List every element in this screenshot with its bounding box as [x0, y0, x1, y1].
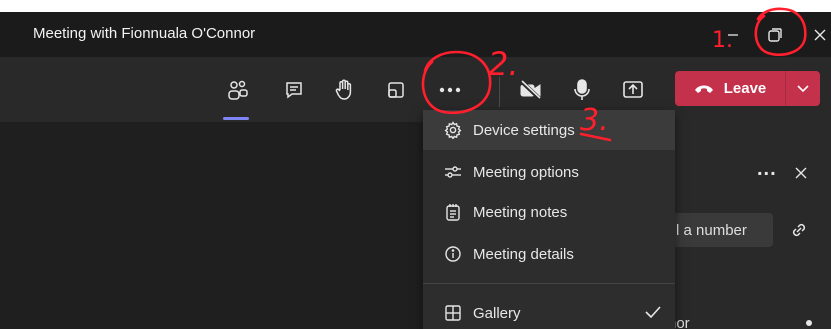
menu-item-device-settings[interactable]: Device settings [423, 110, 675, 150]
panel-more-options-icon[interactable]: ... [757, 158, 777, 181]
participant-status-dot [806, 320, 812, 326]
menu-item-label: Gallery [473, 304, 521, 322]
window-title: Meeting with Fionnuala O'Connor [33, 25, 256, 42]
menu-item-label: Meeting notes [473, 203, 568, 221]
mic-icon[interactable] [565, 73, 599, 107]
checkmark-icon [645, 305, 661, 322]
meeting-window: Meeting with Fionnuala O'Connor Leave [0, 12, 831, 329]
gear-icon [443, 120, 463, 140]
menu-item-label: Device settings [473, 121, 575, 139]
leave-button-group: Leave [675, 71, 820, 106]
menu-item-gallery[interactable]: Gallery [423, 293, 675, 329]
leave-button[interactable]: Leave [675, 71, 785, 106]
grid-icon [443, 303, 463, 323]
breakout-rooms-icon[interactable] [379, 73, 413, 107]
share-screen-icon[interactable] [616, 73, 650, 107]
dial-number-text: l a number [676, 222, 747, 239]
info-icon [443, 244, 463, 264]
leave-options-chevron-icon[interactable] [786, 71, 820, 106]
sliders-icon [443, 162, 463, 182]
menu-separator [423, 283, 675, 284]
chat-icon[interactable] [277, 73, 311, 107]
menu-item-meeting-notes[interactable]: Meeting notes [423, 192, 675, 232]
menu-item-meeting-details[interactable]: Meeting details [423, 234, 675, 274]
menu-item-meeting-options[interactable]: Meeting options [423, 152, 675, 192]
minimize-icon[interactable] [718, 20, 748, 50]
camera-off-icon[interactable] [514, 73, 548, 107]
notes-icon [443, 202, 463, 222]
panel-close-icon[interactable] [795, 166, 807, 184]
restore-icon[interactable] [760, 20, 790, 50]
people-active-indicator [223, 117, 249, 120]
people-icon[interactable] [221, 73, 255, 107]
more-actions-icon[interactable] [433, 73, 467, 107]
close-icon[interactable] [805, 20, 831, 50]
menu-item-label: Meeting options [473, 163, 579, 181]
hang-up-icon [694, 85, 713, 93]
toolbar-divider [499, 77, 500, 107]
leave-label: Leave [723, 80, 767, 97]
title-bar: Meeting with Fionnuala O'Connor [0, 12, 831, 57]
meeting-toolbar: Leave [0, 57, 831, 122]
more-actions-menu: Device settings Meeting options Meeting … [423, 110, 675, 329]
raise-hand-icon[interactable] [327, 73, 361, 107]
menu-item-label: Meeting details [473, 245, 574, 263]
copy-link-icon[interactable] [790, 221, 808, 244]
